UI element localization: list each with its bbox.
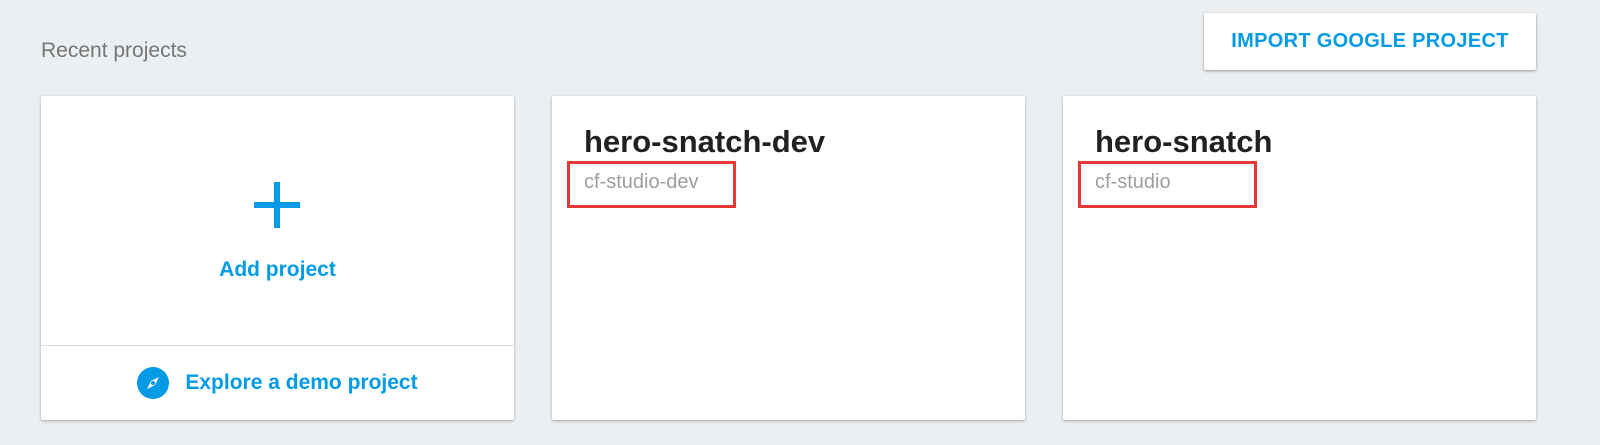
project-name: hero-snatch [1095,124,1273,159]
explore-demo-project-label: Explore a demo project [185,371,418,394]
explore-demo-project-link[interactable]: Explore a demo project [41,346,514,420]
compass-icon [137,367,170,399]
project-card-hero-snatch-dev[interactable]: hero-snatch-dev cf-studio-dev [552,96,1025,420]
import-google-project-button[interactable]: IMPORT GOOGLE PROJECT [1204,13,1536,70]
add-project-label: Add project [219,258,336,281]
highlight-box [567,161,736,208]
add-project-button[interactable]: Add project [41,96,514,345]
highlight-box [1078,161,1257,208]
plus-icon [254,182,300,228]
section-title: Recent projects [41,39,187,62]
project-name: hero-snatch-dev [584,124,826,159]
add-project-card: Add project Explore a demo project [41,96,514,420]
project-card-hero-snatch[interactable]: hero-snatch cf-studio [1063,96,1536,420]
